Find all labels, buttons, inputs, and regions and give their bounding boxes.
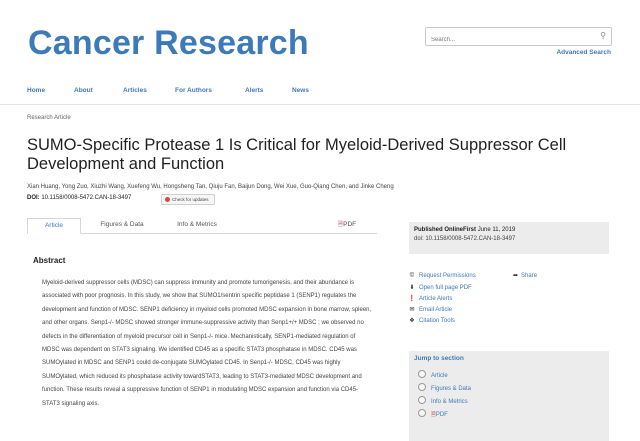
jump-item-info-label: Info & Metrics [431, 399, 468, 405]
published-doi: doi: 10.1158/0008-5472.CAN-18-3497 [414, 236, 516, 242]
check-for-updates-badge[interactable]: Check for updates [161, 194, 215, 205]
nav-item-news[interactable]: News [292, 87, 309, 94]
tab-pdf[interactable]: 🗎PDF [327, 218, 367, 232]
tab-pdf-label: PDF [343, 221, 357, 228]
jump-item-figures-label: Figures & Data [431, 386, 472, 392]
published-line: Published OnlineFirst June 11, 2019 [414, 227, 515, 233]
doi-label: DOI: [27, 195, 40, 201]
jump-item-pdf-label: PDF [435, 412, 448, 418]
tab-article[interactable]: Article [27, 218, 81, 234]
alert-icon: ❗ [408, 296, 416, 302]
nav-item-alerts[interactable]: Alerts [245, 87, 263, 94]
open-pdf-label: Open full page PDF [419, 285, 472, 291]
jump-item-info-metrics[interactable]: Info & Metrics [418, 396, 468, 405]
search-input[interactable] [426, 32, 591, 48]
article-alerts-label: Article Alerts [419, 296, 453, 302]
request-permissions-label: Request Permissions [419, 273, 476, 279]
crossmark-icon [165, 197, 170, 202]
download-icon: ⬇ [409, 285, 415, 291]
copyright-icon: © [409, 273, 415, 279]
publication-info-box: Published OnlineFirst June 11, 2019 doi:… [409, 222, 609, 254]
journal-logo[interactable]: Cancer Research [28, 24, 309, 63]
article-type: Research Article [27, 115, 71, 121]
email-article-link[interactable]: ✉ Email Article [408, 306, 452, 313]
nav-item-for-authors[interactable]: For Authors [175, 87, 212, 94]
abstract-heading: Abstract [33, 256, 66, 265]
jump-item-article[interactable]: Article [418, 370, 448, 379]
doi-value[interactable]: 10.1158/0008-5472.CAN-18-3497 [41, 195, 131, 201]
email-article-label: Email Article [419, 307, 453, 313]
search-box: ⚲ [425, 27, 612, 48]
radio-icon [418, 409, 426, 417]
radio-icon [418, 370, 426, 378]
jump-item-figures-data[interactable]: Figures & Data [418, 383, 471, 392]
check-for-updates-label: Check for updates [172, 197, 209, 202]
citation-icon: ❖ [409, 318, 415, 324]
article-tabs: Article Figures & Data Info & Metrics 🗎P… [27, 218, 377, 234]
doi-line: DOI: 10.1158/0008-5472.CAN-18-3497 [27, 195, 131, 201]
published-label: Published OnlineFirst [414, 227, 477, 233]
citation-tools-link[interactable]: ❖ Citation Tools [408, 317, 455, 324]
abstract-text: Myeloid-derived suppressor cells (MDSC) … [42, 280, 372, 407]
jump-to-section-box: Jump to section Article Figures & Data I… [409, 351, 609, 441]
jump-item-article-label: Article [431, 373, 448, 379]
citation-tools-label: Citation Tools [419, 318, 455, 324]
nav-divider [0, 104, 640, 105]
author-list[interactable]: Xian Huang, Yong Zuo, Xiuzhi Wang, Xuefe… [27, 184, 394, 190]
request-permissions-link[interactable]: © Request Permissions [408, 273, 476, 279]
published-date: June 11, 2019 [477, 227, 516, 233]
search-icon[interactable]: ⚲ [600, 31, 606, 41]
advanced-search-link[interactable]: Advanced Search [556, 49, 611, 56]
article-title: SUMO-Specific Protease 1 Is Critical for… [27, 136, 567, 173]
radio-icon [418, 396, 426, 404]
nav-item-home[interactable]: Home [27, 87, 45, 94]
tab-figures-data[interactable]: Figures & Data [87, 218, 157, 232]
article-alerts-link[interactable]: ❗ Article Alerts [408, 295, 452, 302]
share-label: Share [521, 273, 538, 279]
jump-heading: Jump to section [414, 355, 464, 362]
tab-info-metrics[interactable]: Info & Metrics [162, 218, 232, 232]
email-icon: ✉ [409, 307, 415, 313]
share-icon: ➦ [513, 273, 519, 279]
share-button[interactable]: ➦ Share [513, 272, 537, 279]
nav-item-about[interactable]: About [74, 87, 93, 94]
jump-item-pdf[interactable]: 🗎PDF [418, 409, 448, 420]
open-pdf-link[interactable]: ⬇ Open full page PDF [408, 284, 472, 291]
radio-icon [418, 383, 426, 391]
nav-item-articles[interactable]: Articles [123, 87, 147, 94]
